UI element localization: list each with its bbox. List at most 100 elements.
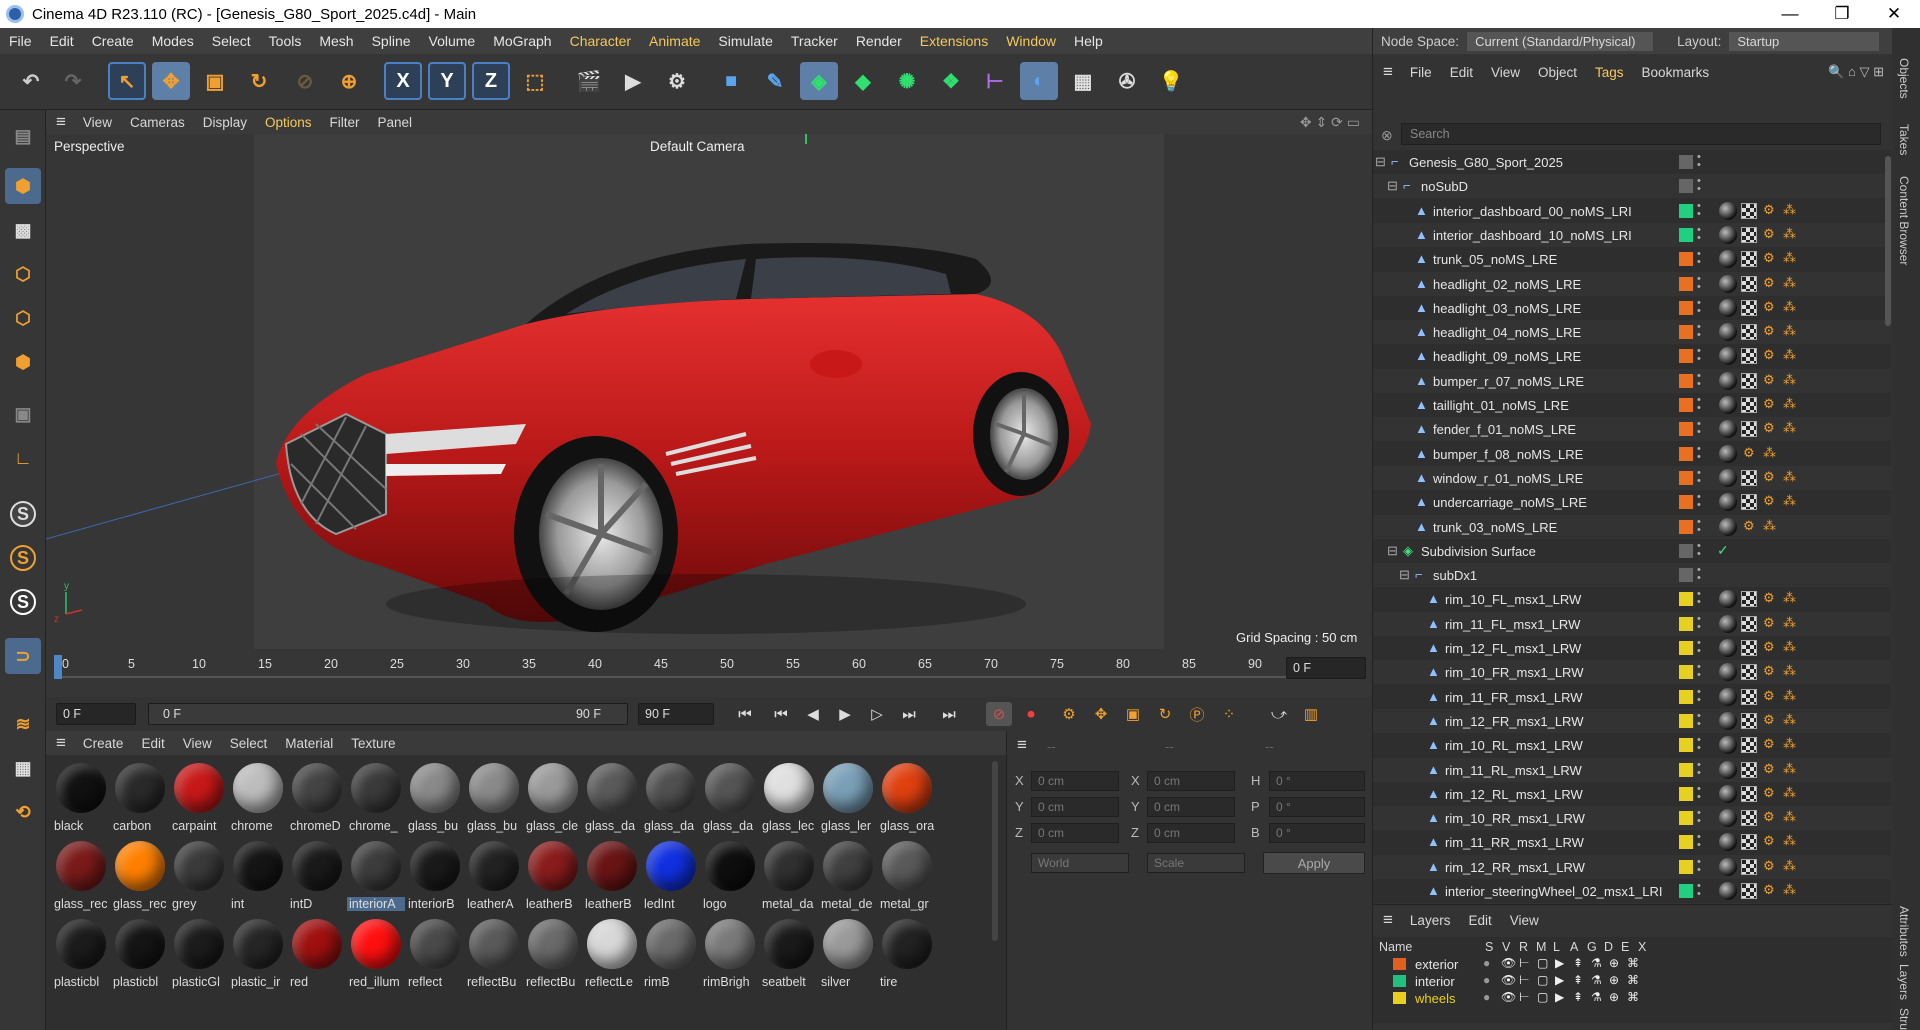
visibility-dots-icon[interactable]: •• — [1697, 370, 1701, 389]
visibility-dots-icon[interactable]: •• — [1697, 467, 1701, 486]
visibility-dots-icon[interactable]: •• — [1697, 881, 1701, 900]
object-row[interactable]: ⊟ ◈ Subdivision Surface • • ✓ — [1373, 539, 1891, 563]
material-swatch[interactable]: red_illum — [347, 915, 405, 993]
visibility-dots-icon[interactable]: •• — [1697, 297, 1701, 316]
object-row[interactable]: ▲ trunk_03_noMS_LRE • • ⚙ ⁂ — [1373, 514, 1891, 539]
menu-tracker[interactable]: Tracker — [782, 33, 847, 49]
material-tag-icon[interactable] — [1719, 760, 1737, 779]
redo-button[interactable]: ↷ — [54, 62, 92, 100]
extrude-button[interactable]: ◆ — [844, 62, 882, 100]
layers-menu-layers[interactable]: Layers — [1401, 913, 1460, 928]
viewport-menu-cameras[interactable]: Cameras — [121, 115, 194, 130]
visibility-dots-icon[interactable]: •• — [1697, 735, 1701, 754]
object-scrollbar[interactable] — [1885, 156, 1891, 326]
phong-tag-icon[interactable]: ⚙ — [1763, 372, 1775, 388]
live-selection-button[interactable]: ↖ — [108, 62, 146, 100]
object-menu-tags[interactable]: Tags — [1586, 65, 1633, 80]
menu-mesh[interactable]: Mesh — [310, 33, 362, 49]
material-tag-icon[interactable] — [1719, 347, 1737, 366]
phong-tag-icon[interactable]: ⚙ — [1763, 590, 1775, 606]
solo-icon[interactable]: ● — [1483, 956, 1490, 970]
subdivision-surface-button[interactable]: ◈ — [800, 62, 838, 100]
menu-help[interactable]: Help — [1065, 33, 1112, 49]
selection-tag-icon[interactable]: ⁂ — [1783, 299, 1796, 315]
material-tag-icon[interactable] — [1719, 857, 1737, 876]
render-icon[interactable]: ⊢ — [1519, 973, 1529, 987]
timeline-ruler[interactable]: 0 5 10 15 20 25 30 35 40 45 50 55 60 65 … — [46, 649, 1372, 697]
b-rotation-field[interactable]: 0 ° — [1269, 823, 1365, 843]
phong-tag-icon[interactable]: ⚙ — [1763, 663, 1775, 679]
visibility-dots-icon[interactable]: •• — [1697, 492, 1701, 511]
edit-toggle-icon[interactable] — [1679, 568, 1693, 583]
material-swatch[interactable]: reflectLe — [583, 915, 641, 993]
uvw-tag-icon[interactable] — [1741, 640, 1757, 656]
selection-tag-icon[interactable]: ⁂ — [1783, 882, 1796, 898]
material-swatch[interactable]: glass_ler — [819, 759, 877, 837]
timeline-window-button[interactable]: ▥ — [1298, 702, 1324, 726]
visibility-dots-icon[interactable]: •• — [1697, 759, 1701, 778]
coordinate-system-button[interactable]: ⬚ — [516, 62, 554, 100]
layer-color-swatch[interactable] — [1679, 738, 1693, 753]
camera-label[interactable]: Default Camera — [650, 139, 745, 154]
world-coordinates-button[interactable]: ⊕ — [330, 62, 368, 100]
selection-tag-icon[interactable]: ⁂ — [1783, 323, 1796, 339]
eye-icon[interactable]: 👁 — [1501, 956, 1516, 970]
layer-button[interactable]: ≋ — [5, 706, 41, 742]
object-menu-bookmarks[interactable]: Bookmarks — [1633, 65, 1719, 80]
material-swatch[interactable]: interiorB — [406, 837, 464, 915]
visibility-dots-icon[interactable]: •• — [1697, 200, 1701, 219]
node-space-dropdown[interactable]: Current (Standard/Physical) — [1467, 31, 1654, 51]
coordinate-space-dropdown[interactable]: World — [1031, 853, 1129, 873]
solo-icon[interactable]: ● — [1483, 973, 1490, 987]
hamburger-icon[interactable]: ≡ — [46, 112, 74, 132]
selection-tag-icon[interactable]: ⁂ — [1783, 347, 1796, 363]
object-row[interactable]: ⊟ ⌐ Genesis_G80_Sport_2025 • • — [1373, 150, 1891, 174]
visibility-dots-icon[interactable]: •• — [1697, 638, 1701, 657]
lock-icon[interactable]: ▶ — [1555, 956, 1564, 970]
solo-icon[interactable]: ● — [1483, 990, 1490, 1004]
material-swatch[interactable]: metal_de — [819, 837, 877, 915]
layer-color-swatch[interactable] — [1679, 786, 1693, 801]
object-row[interactable]: ▲ rim_10_RR_msx1_LRW • • ⚙ ⁂ — [1373, 806, 1891, 831]
end-frame-field[interactable]: 90 F — [638, 703, 714, 725]
material-swatch[interactable]: red — [288, 915, 346, 993]
uvw-tag-icon[interactable] — [1741, 421, 1757, 438]
object-toolbar-icons[interactable]: 🔍 ⌂ ▽ ⊞ — [1819, 64, 1893, 80]
selection-tag-icon[interactable]: ⁂ — [1783, 493, 1796, 509]
material-tag-icon[interactable] — [1719, 639, 1737, 657]
uvw-tag-icon[interactable] — [1741, 737, 1757, 754]
layer-row[interactable]: interior ● 👁 ⊢ ▢ ▶ ⇞ ⚗ ⊕ ⌘ — [1373, 972, 1893, 990]
phong-tag-icon[interactable]: ⚙ — [1763, 615, 1775, 631]
scale-tool-button[interactable]: ▣ — [196, 62, 234, 100]
start-frame-field[interactable]: 0 F — [56, 703, 136, 725]
rotation-key-button[interactable]: ↻ — [1152, 702, 1178, 726]
record-keys-button[interactable]: ⊘ — [986, 702, 1012, 726]
uvw-tag-icon[interactable] — [1741, 348, 1757, 365]
material-swatch[interactable]: rimB — [642, 915, 700, 993]
layer-color-swatch[interactable] — [1679, 519, 1693, 534]
phong-tag-icon[interactable]: ⚙ — [1763, 469, 1775, 485]
selection-tag-icon[interactable]: ⁂ — [1783, 736, 1796, 752]
3d-viewport[interactable]: y z Perspective Default Camera Grid Spac… — [46, 134, 1372, 649]
model-mode-button[interactable]: ⬢ — [5, 168, 41, 204]
object-row[interactable]: ▲ taillight_01_noMS_LRE • • ⚙ ⁂ — [1373, 393, 1891, 417]
object-row[interactable]: ▲ rim_11_FR_msx1_LRW • • ⚙ ⁂ — [1373, 685, 1891, 709]
phong-tag-icon[interactable]: ⚙ — [1763, 858, 1775, 874]
snap-button[interactable]: S — [5, 496, 41, 532]
material-swatch[interactable]: interiorA — [347, 837, 405, 915]
material-tag-icon[interactable] — [1719, 493, 1737, 512]
visibility-dots-icon[interactable]: •• — [1697, 322, 1701, 341]
go-to-end-button[interactable]: ⏭ — [936, 702, 962, 726]
phong-tag-icon[interactable]: ⚙ — [1763, 347, 1775, 363]
selection-tag-icon[interactable]: ⁂ — [1783, 615, 1796, 631]
go-to-start-button[interactable]: ⏮ — [732, 702, 758, 726]
selection-tag-icon[interactable]: ⁂ — [1783, 275, 1796, 291]
deformer-icon[interactable]: ⊕ — [1609, 990, 1619, 1004]
selection-tag-icon[interactable]: ⁂ — [1783, 226, 1796, 242]
apply-button[interactable]: Apply — [1263, 852, 1365, 874]
material-swatch[interactable]: seatbelt — [760, 915, 818, 993]
viewport-menu-view[interactable]: View — [74, 115, 121, 130]
phong-tag-icon[interactable]: ⚙ — [1763, 275, 1775, 291]
hamburger-icon[interactable]: ≡ — [1373, 62, 1401, 82]
layer-color-swatch[interactable] — [1679, 203, 1693, 218]
